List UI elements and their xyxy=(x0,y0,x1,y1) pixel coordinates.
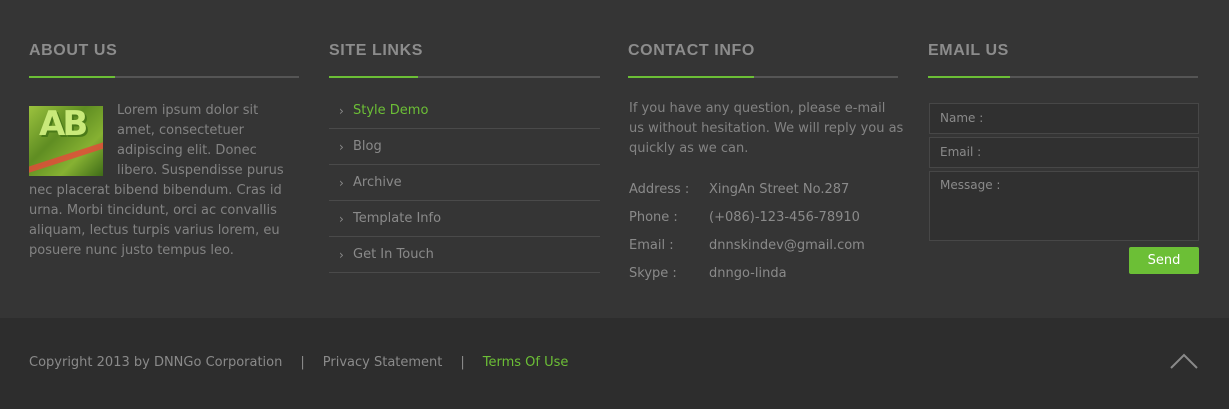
send-button[interactable]: Send xyxy=(1129,247,1199,274)
title-divider xyxy=(29,76,299,78)
about-thumbnail-image: AB xyxy=(29,106,103,176)
chevron-right-icon: › xyxy=(339,103,344,118)
contact-phone-row: Phone : (+086)-123-456-78910 xyxy=(629,203,865,231)
site-link-label: Blog xyxy=(353,139,382,154)
title-divider xyxy=(628,76,898,78)
site-link-label: Style Demo xyxy=(353,103,429,118)
title-divider-accent xyxy=(329,76,418,78)
title-divider xyxy=(928,76,1198,78)
email-us-title: EMAIL US xyxy=(928,42,1009,59)
chevron-right-icon: › xyxy=(339,211,344,226)
thumbnail-letters: AB xyxy=(39,106,88,144)
site-link-blog[interactable]: › Blog xyxy=(329,129,600,165)
contact-address-row: Address : XingAn Street No.287 xyxy=(629,175,865,203)
site-link-get-in-touch[interactable]: › Get In Touch xyxy=(329,237,600,273)
site-link-label: Template Info xyxy=(353,211,442,226)
contact-phone-value: (+086)-123-456-78910 xyxy=(709,209,860,225)
site-link-archive[interactable]: › Archive xyxy=(329,165,600,201)
title-divider-accent xyxy=(29,76,115,78)
contact-details: Address : XingAn Street No.287 Phone : (… xyxy=(629,175,865,287)
chevron-right-icon: › xyxy=(339,139,344,154)
site-link-template-info[interactable]: › Template Info xyxy=(329,201,600,237)
contact-skype-row: Skype : dnngo-linda xyxy=(629,259,865,287)
title-divider xyxy=(329,76,600,78)
footer-top: ABOUT US AB Lorem ipsum dolor sit amet, … xyxy=(0,0,1229,318)
copyright-text: Copyright 2013 by DNNGo Corporation xyxy=(29,355,283,370)
about-us-title: ABOUT US xyxy=(29,42,118,59)
contact-email-row: Email : dnnskindev@gmail.com xyxy=(629,231,865,259)
email-us-form: Name : Email : Message : Send xyxy=(929,103,1199,274)
site-link-style-demo[interactable]: › Style Demo xyxy=(329,93,600,129)
footer-bottom-links: Copyright 2013 by DNNGo Corporation | Pr… xyxy=(29,355,568,370)
contact-address-value: XingAn Street No.287 xyxy=(709,181,850,197)
message-field[interactable]: Message : xyxy=(929,171,1199,241)
footer-bottom-bar: Copyright 2013 by DNNGo Corporation | Pr… xyxy=(0,318,1229,409)
contact-email-label: Email : xyxy=(629,237,674,253)
contact-email-value[interactable]: dnnskindev@gmail.com xyxy=(709,238,865,253)
contact-skype-value: dnngo-linda xyxy=(709,265,787,281)
site-links-title: SITE LINKS xyxy=(329,42,424,59)
contact-skype-label: Skype : xyxy=(629,265,677,281)
name-field[interactable]: Name : xyxy=(929,103,1199,134)
site-link-label: Get In Touch xyxy=(353,247,434,262)
contact-phone-label: Phone : xyxy=(629,209,678,225)
title-divider-accent xyxy=(928,76,1010,78)
chevron-right-icon: › xyxy=(339,175,344,190)
back-to-top-button[interactable] xyxy=(1169,348,1199,372)
site-link-label: Archive xyxy=(353,175,402,190)
email-field[interactable]: Email : xyxy=(929,137,1199,168)
chevron-up-icon xyxy=(1170,353,1198,369)
chevron-right-icon: › xyxy=(339,247,344,262)
terms-of-use-link[interactable]: Terms Of Use xyxy=(483,355,569,370)
privacy-statement-link[interactable]: Privacy Statement xyxy=(323,355,443,370)
footer-separator: | xyxy=(300,355,305,370)
contact-address-label: Address : xyxy=(629,181,690,197)
footer-separator: | xyxy=(460,355,465,370)
site-links-list: › Style Demo › Blog › Archive › Template… xyxy=(329,93,600,273)
about-us-body: AB Lorem ipsum dolor sit amet, consectet… xyxy=(29,101,299,261)
contact-intro-text: If you have any question, please e-mail … xyxy=(629,101,904,156)
title-divider-accent xyxy=(628,76,754,78)
contact-info-title: CONTACT INFO xyxy=(628,42,755,59)
